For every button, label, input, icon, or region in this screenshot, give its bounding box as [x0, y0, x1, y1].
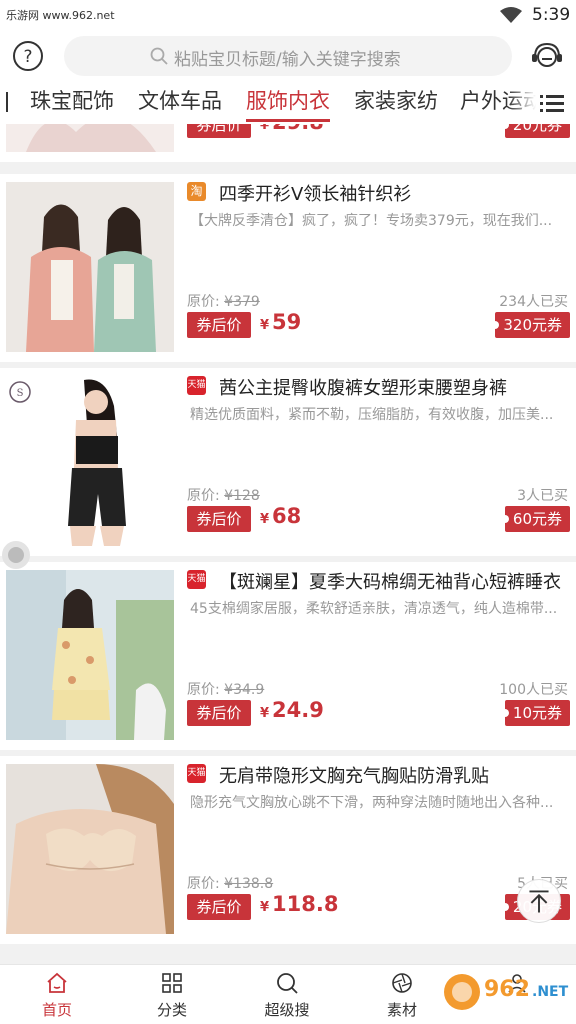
list-item[interactable]: 淘 四季开衫V领长袖针织衫 【大牌反季清仓】疯了，疯了！专场卖379元，现在我们…	[0, 174, 576, 362]
search-input[interactable]: 粘贴宝贝标题/输入关键字搜索	[64, 36, 512, 76]
tmall-badge: 天猫	[187, 570, 206, 589]
sold-count: 234人已买	[499, 294, 568, 310]
coupon-price-label: 券后价	[187, 312, 251, 338]
product-image: S	[6, 376, 174, 546]
tab-jewelry[interactable]: 珠宝配饰	[30, 86, 114, 122]
original-price: 原价: ¥138.8	[187, 876, 274, 892]
product-description: 隐形充气文胸放心跳不下滑，两种穿法随时随地出入各种...	[190, 795, 554, 811]
category-tabs: 珠宝配饰 文体车品 服饰内衣 家装家纺 户外运动	[0, 82, 576, 124]
original-price: 原价: ¥128	[187, 488, 260, 504]
product-description: 【大牌反季清仓】疯了，疯了！专场卖379元，现在我们...	[190, 213, 553, 229]
coupon-price-label: 券后价	[187, 124, 251, 138]
product-description: 精选优质面料，紧而不勒，压缩脂肪，有效收腹，加压美...	[190, 407, 554, 423]
status-bar: 乐游网 www.962.net 5:39	[0, 0, 576, 30]
tmall-badge: 天猫	[187, 764, 206, 783]
price: ¥24.9	[260, 698, 324, 722]
svg-text:S: S	[17, 388, 24, 399]
product-description: 45支棉绸家居服，柔软舒适亲肤，清凉透气，纯人造棉带...	[190, 601, 558, 617]
tab-home-textile[interactable]: 家装家纺	[354, 86, 438, 122]
aperture-icon	[392, 973, 412, 993]
product-image	[6, 124, 174, 152]
taobao-badge: 淘	[187, 182, 206, 201]
help-icon[interactable]: ?	[12, 40, 44, 72]
clock: 5:39	[532, 5, 571, 25]
product-title[interactable]: 无肩带隐形文胸充气胸贴防滑乳贴	[219, 762, 569, 788]
product-title[interactable]: 茜公主提臀收腹裤女塑形束腰塑身裤	[219, 374, 569, 400]
category-menu-icon[interactable]	[536, 82, 576, 124]
sold-count: 100人已买	[499, 682, 568, 698]
coupon-price-label: 券后价	[187, 506, 251, 532]
product-title[interactable]: 【斑斓星】夏季大码棉绸无袖背心短裤睡衣	[219, 568, 569, 594]
search-row: ? 粘贴宝贝标题/输入关键字搜索	[0, 30, 576, 82]
coupon-price-label: 券后价	[187, 894, 251, 920]
search-icon	[150, 47, 168, 65]
price: ¥29.8	[260, 124, 324, 134]
price: ¥59	[260, 310, 302, 334]
product-image	[6, 182, 174, 352]
tmall-badge: 天猫	[187, 376, 206, 395]
coupon-badge[interactable]: 60元券	[500, 506, 570, 532]
svg-text:.NET: .NET	[532, 984, 569, 1000]
price: ¥68	[260, 504, 302, 528]
watermark-text: 乐游网 www.962.net	[6, 9, 115, 22]
nav-category[interactable]: 分类	[132, 971, 212, 1020]
floating-assist-button[interactable]	[2, 541, 30, 569]
back-to-top-icon[interactable]	[517, 879, 561, 923]
price: ¥118.8	[260, 892, 339, 916]
nav-super-search[interactable]: 超级搜	[247, 971, 327, 1020]
tab-sports-car[interactable]: 文体车品	[138, 86, 222, 122]
coupon-badge[interactable]: 20元券	[500, 124, 570, 138]
product-title[interactable]: 四季开衫V领长袖针织衫	[219, 180, 569, 206]
sold-count: 3人已买	[517, 488, 568, 504]
original-price: 原价: ¥379	[187, 294, 260, 310]
coupon-badge[interactable]: 10元券	[500, 700, 570, 726]
grid-icon	[162, 973, 182, 993]
customer-service-icon[interactable]	[530, 40, 564, 72]
coupon-badge[interactable]: 320元券	[491, 312, 570, 338]
search-placeholder: 粘贴宝贝标题/输入关键字搜索	[174, 50, 401, 70]
product-image	[6, 570, 174, 740]
svg-text:?: ?	[23, 47, 32, 67]
original-price: 原价: ¥34.9	[187, 682, 265, 698]
product-list: 券后价 ¥29.8 20元券 淘 四季开衫V领长袖针织衫 【大牌反季清仓】疯了，…	[0, 124, 576, 964]
list-item[interactable]: S 天猫 茜公主提臀收腹裤女塑形束腰塑身裤 精选优质面料，紧而不勒，压缩脂肪，有…	[0, 368, 576, 556]
list-item[interactable]: 天猫 【斑斓星】夏季大码棉绸无袖背心短裤睡衣 45支棉绸家居服，柔软舒适亲肤，清…	[0, 562, 576, 750]
tab-apparel[interactable]: 服饰内衣	[246, 86, 330, 122]
wifi-icon	[500, 7, 522, 23]
list-item[interactable]: 券后价 ¥29.8 20元券	[0, 124, 576, 162]
home-icon	[47, 972, 67, 993]
product-image	[6, 764, 174, 934]
svg-text:962: 962	[484, 977, 530, 1002]
search-icon	[277, 973, 298, 994]
tab-scroll-edge	[6, 92, 8, 112]
watermark-logo: 962 .NET	[444, 974, 569, 1010]
nav-home[interactable]: 首页	[17, 971, 97, 1020]
nav-materials[interactable]: 素材	[362, 971, 442, 1020]
coupon-price-label: 券后价	[187, 700, 251, 726]
list-item[interactable]: 天猫 无肩带隐形文胸充气胸贴防滑乳贴 隐形充气文胸放心跳不下滑，两种穿法随时随地…	[0, 756, 576, 944]
